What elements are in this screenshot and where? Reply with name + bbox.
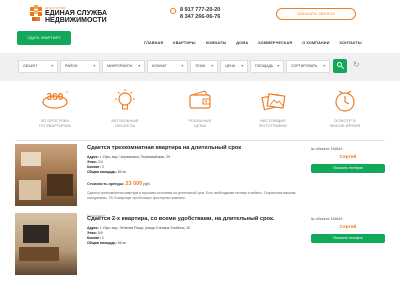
feature-actual-objects: АКТУАЛЬНЫЕ ОБЪЕКТЫ xyxy=(90,87,160,129)
listing-card: Сдается трехкомнатная квартира на длител… xyxy=(15,140,385,212)
main-menu: ГЛАВНАЯ КВАРТИРЫ КОМНАТЫ ДОМА КОММЕРЧЕСК… xyxy=(144,41,372,45)
agent-name: Сергей xyxy=(339,155,357,160)
reset-icon[interactable]: ↻ xyxy=(353,61,360,69)
menu-item-apartments[interactable]: КВАРТИРЫ xyxy=(173,41,195,45)
listing-description: Сдается трехкомнатная квартира в хорошем… xyxy=(87,191,297,200)
site-header: АГЕНТСТВО ЕДИНАЯ СЛУЖБА НЕДВИЖИМОСТИ 8 9… xyxy=(0,0,400,30)
lightbulb-icon xyxy=(115,89,135,110)
svg-text:360: 360 xyxy=(47,92,64,103)
menu-item-rooms[interactable]: КОМНАТЫ xyxy=(206,41,227,45)
chevron-down-icon: ▼ xyxy=(180,64,184,68)
phone-icon xyxy=(170,8,176,14)
filter-sort[interactable]: СОРТИРОВАТЬ ▼ xyxy=(286,60,330,73)
logo-line-2: НЕДВИЖИМОСТИ xyxy=(45,17,107,24)
photos-icon xyxy=(261,93,286,111)
listing-photo[interactable] xyxy=(15,144,77,206)
menu-item-about[interactable]: О КОМПАНИИ xyxy=(302,41,329,45)
feature-viewing-anytime: ОСМОТР В ЛЮБОЕ ВРЕМЯ xyxy=(310,87,380,129)
phone-numbers: 8 917 777-20-20 8 347 266-06-76 xyxy=(180,7,220,21)
phone-2[interactable]: 8 347 266-06-76 xyxy=(180,14,220,21)
filter-rooms[interactable]: КОМНАТ ▼ xyxy=(147,60,188,73)
filter-price-label: ЦЕНА xyxy=(225,64,236,68)
filter-price[interactable]: ЦЕНА ▼ xyxy=(220,60,248,73)
listing-card: Сдаётся 2-х квартира, со всеми удобствам… xyxy=(15,211,385,281)
chevron-down-icon: ▼ xyxy=(50,64,54,68)
phone-1[interactable]: 8 917 777-20-20 xyxy=(180,7,220,14)
chevron-down-icon: ▼ xyxy=(322,64,326,68)
logo-text[interactable]: АГЕНТСТВО ЕДИНАЯ СЛУЖБА НЕДВИЖИМОСТИ xyxy=(45,6,107,24)
filter-microdistrict-label: МИКРОРАЙОН xyxy=(107,64,133,68)
chevron-down-icon: ▼ xyxy=(137,64,141,68)
logo-icon[interactable] xyxy=(30,5,42,23)
listing-object-number: № объекта: 154649 xyxy=(311,147,343,151)
feature-label: РЕАЛЬНЫЕ ЦЕНЫ xyxy=(188,119,212,128)
menu-item-houses[interactable]: ДОМА xyxy=(236,41,248,45)
feature-real-photos: НАСТОЯЩИЕ ФОТОГРАФИИ xyxy=(238,87,308,129)
menu-item-contacts[interactable]: КОНТАКТЫ xyxy=(340,41,362,45)
listing-area: Общая площадь: 80 м² xyxy=(87,170,127,174)
show-phone-button[interactable]: Показать телефон xyxy=(311,234,385,243)
filter-sort-label: СОРТИРОВАТЬ xyxy=(291,64,318,68)
request-call-button[interactable]: ЗАКАЗАТЬ ЗВОНОК xyxy=(276,8,356,20)
listing-title[interactable]: Сдается трехкомнатная квартира на длител… xyxy=(87,145,241,151)
chevron-down-icon: ▼ xyxy=(276,64,280,68)
listing-area: Общая площадь: 56 м² xyxy=(87,241,127,245)
clock-icon xyxy=(335,90,355,112)
logo-line-1: ЕДИНАЯ СЛУЖБА xyxy=(45,10,108,17)
360-icon: 360 ° xyxy=(42,91,68,109)
feature-label: 3D ПРОГУЛКИ ПО КВАРТИРАМ xyxy=(39,119,71,128)
listing-object-number: № объекта: 154649 xyxy=(311,217,343,221)
listing-photo[interactable] xyxy=(15,213,77,275)
filter-object[interactable]: ОБЪЕКТ ▼ xyxy=(18,60,58,73)
menu-item-home[interactable]: ГЛАВНАЯ xyxy=(144,41,163,45)
show-phone-button[interactable]: Показать телефон xyxy=(311,164,385,173)
chevron-down-icon: ▼ xyxy=(92,64,96,68)
filter-rooms-label: КОМНАТ xyxy=(152,64,167,68)
feature-label: ОСМОТР В ЛЮБОЕ ВРЕМЯ xyxy=(329,119,361,128)
filter-area-label: ПЛОЩАДЬ xyxy=(255,64,274,68)
filter-area[interactable]: ПЛОЩАДЬ ▼ xyxy=(250,60,284,73)
agent-name: Сергей xyxy=(339,225,357,230)
search-button[interactable] xyxy=(333,59,347,73)
svg-text:°: ° xyxy=(66,91,68,97)
listing-price: Стоимость аренды: 23 000 руб. xyxy=(87,181,151,187)
feature-label: НАСТОЯЩИЕ ФОТОГРАФИИ xyxy=(258,119,288,128)
filter-object-label: ОБЪЕКТ xyxy=(23,64,38,68)
filter-floor-label: ЭТАЖ xyxy=(195,64,206,68)
filter-district-label: РАЙОН xyxy=(65,64,78,68)
filter-microdistrict[interactable]: МИКРОРАЙОН ▼ xyxy=(102,60,145,73)
chevron-down-icon: ▼ xyxy=(210,64,214,68)
rent-apartment-button[interactable]: СДАТЬ КВАРТИРУ xyxy=(17,31,71,45)
feature-real-prices: РЕАЛЬНЫЕ ЦЕНЫ xyxy=(165,87,235,129)
listing-title[interactable]: Сдаётся 2-х квартира, со всеми удобствам… xyxy=(87,216,274,222)
filter-district[interactable]: РАЙОН ▼ xyxy=(60,60,100,73)
wallet-icon xyxy=(189,90,211,109)
feature-3d-tours: 360 ° 3D ПРОГУЛКИ ПО КВАРТИРАМ xyxy=(20,87,90,129)
filter-floor[interactable]: ЭТАЖ ▼ xyxy=(190,60,218,73)
chevron-down-icon: ▼ xyxy=(240,64,244,68)
menu-item-commercial[interactable]: КОММЕРЧЕСКАЯ xyxy=(258,41,292,45)
feature-label: АКТУАЛЬНЫЕ ОБЪЕКТЫ xyxy=(111,119,139,128)
